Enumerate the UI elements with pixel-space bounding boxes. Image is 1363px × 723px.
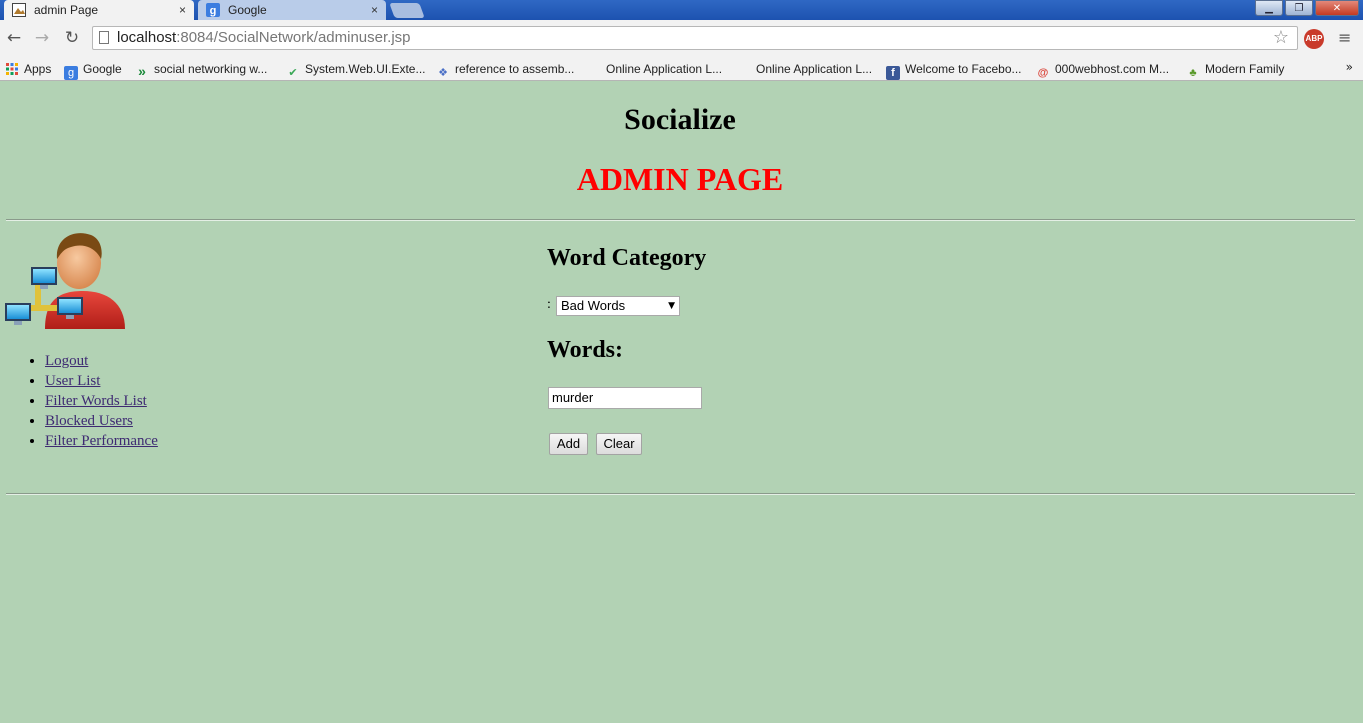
bookmark-label: Online Application L... [756, 62, 873, 76]
admin-nav-list: Logout User List Filter Words List Block… [22, 351, 158, 451]
list-item: Logout [45, 351, 158, 371]
top-divider [6, 219, 1355, 221]
bookmark-label: Modern Family [1205, 62, 1285, 76]
bookmark-label: social networking w... [154, 62, 268, 76]
bookmark-google[interactable]: g Google [64, 60, 122, 80]
logout-link[interactable]: Logout [45, 353, 88, 369]
bookmark-facebook[interactable]: f Welcome to Facebo... [886, 60, 1022, 80]
tab-close-icon[interactable]: × [371, 0, 378, 20]
filter-words-list-link[interactable]: Filter Words List [45, 393, 147, 409]
tab-google[interactable]: g Google × [198, 0, 386, 20]
word-category-select[interactable]: Bad Words ▼ [556, 296, 680, 316]
filter-performance-link[interactable]: Filter Performance [45, 433, 158, 449]
words-heading: Words: [547, 337, 624, 363]
admin-user-network-icon [5, 233, 125, 329]
browser-chrome: admin Page × g Google × ▁ ❐ ✕ ← → ↻ loca… [0, 0, 1363, 81]
facebook-icon: f [886, 66, 900, 80]
blank-icon [737, 62, 751, 76]
bottom-divider [6, 493, 1355, 495]
checkmark-icon: ✔ [288, 67, 298, 79]
bookmark-reference-assembly[interactable]: ❖ reference to assemb... [436, 60, 575, 79]
close-window-button[interactable]: ✕ [1315, 0, 1359, 16]
window-controls: ▁ ❐ ✕ [1253, 0, 1359, 16]
bookmark-label: Welcome to Facebo... [905, 62, 1022, 76]
apps-grid-icon [6, 63, 18, 75]
image-favicon-icon [12, 3, 26, 17]
bookmark-label: 000webhost.com M... [1055, 62, 1170, 76]
bookmark-apps[interactable]: Apps [5, 60, 51, 78]
select-value: Bad Words [561, 298, 626, 313]
dropdown-arrow-icon: ▼ [668, 301, 675, 311]
address-bar[interactable]: localhost:8084/SocialNetwork/adminuser.j… [92, 26, 1298, 50]
tab-title: Google [228, 3, 267, 17]
dropbox-icon: ❖ [438, 67, 448, 79]
list-item: Blocked Users [45, 411, 158, 431]
user-list-link[interactable]: User List [45, 373, 100, 389]
url-path: :8084/SocialNetwork/adminuser.jsp [176, 29, 411, 46]
admin-page-title: ADMIN PAGE [576, 161, 784, 197]
blank-icon [587, 62, 601, 76]
bookmark-label: reference to assemb... [455, 62, 575, 76]
svg-text:g: g [210, 5, 217, 17]
url-text: localhost:8084/SocialNetwork/adminuser.j… [117, 27, 411, 49]
new-tab-button[interactable] [389, 3, 425, 18]
word-input[interactable]: murder [548, 387, 702, 409]
chrome-menu-icon[interactable]: ≡ [1338, 28, 1351, 47]
bookmark-label: Apps [24, 62, 52, 76]
browser-toolbar: ← → ↻ localhost:8084/SocialNetwork/admin… [0, 22, 1363, 56]
list-item: Filter Words List [45, 391, 158, 411]
blocked-users-link[interactable]: Blocked Users [45, 413, 133, 429]
back-icon[interactable]: ← [3, 27, 25, 49]
minimize-button[interactable]: ▁ [1255, 0, 1283, 16]
adblock-plus-icon[interactable]: ABP [1304, 29, 1324, 49]
reload-icon[interactable]: ↻ [61, 27, 83, 49]
tab-close-icon[interactable]: × [179, 0, 186, 20]
bookmarks-bar: Apps g Google » social networking w... ✔ Sy… [0, 58, 1363, 80]
bookmark-modern-family[interactable]: ♣ Modern Family [1186, 60, 1285, 79]
bookmark-label: System.Web.UI.Exte... [305, 62, 426, 76]
url-host: localhost [117, 29, 177, 46]
tab-admin-page[interactable]: admin Page × [4, 0, 194, 20]
google-favicon-icon: g [206, 3, 220, 17]
site-title: Socialize [624, 103, 736, 136]
page-content: Socialize ADMIN PAGE Logout User List Fi… [0, 81, 1363, 723]
word-category-heading: Word Category [547, 245, 707, 271]
bookmark-label: Online Application L... [606, 62, 723, 76]
google-icon: g [64, 66, 78, 80]
double-chevron-icon: » [138, 63, 146, 79]
bookmark-star-icon[interactable]: ☆ [1273, 27, 1289, 49]
bookmark-system-web-ui[interactable]: ✔ System.Web.UI.Exte... [286, 60, 426, 79]
bookmark-social-networking[interactable]: » social networking w... [135, 60, 267, 78]
page-icon [99, 31, 109, 44]
bookmark-online-application-1[interactable]: Online Application L... [587, 60, 722, 78]
list-item: Filter Performance [45, 431, 158, 451]
tab-strip: admin Page × g Google × ▁ ❐ ✕ [0, 0, 1363, 20]
bookmark-online-application-2[interactable]: Online Application L... [737, 60, 872, 78]
tab-title: admin Page [34, 3, 99, 17]
clear-button[interactable]: Clear [596, 433, 642, 455]
bookmarks-overflow-icon[interactable]: » [1346, 60, 1353, 74]
bookmark-000webhost[interactable]: @000webhost.com M... [1036, 60, 1170, 79]
forward-icon[interactable]: → [31, 27, 53, 49]
add-button[interactable]: Add [549, 433, 588, 455]
webhost-icon: @ [1037, 67, 1049, 79]
list-item: User List [45, 371, 158, 391]
maximize-button[interactable]: ❐ [1285, 0, 1313, 16]
tree-icon: ♣ [1189, 67, 1197, 79]
bookmark-label: Google [83, 62, 122, 76]
category-label: : [547, 297, 551, 312]
